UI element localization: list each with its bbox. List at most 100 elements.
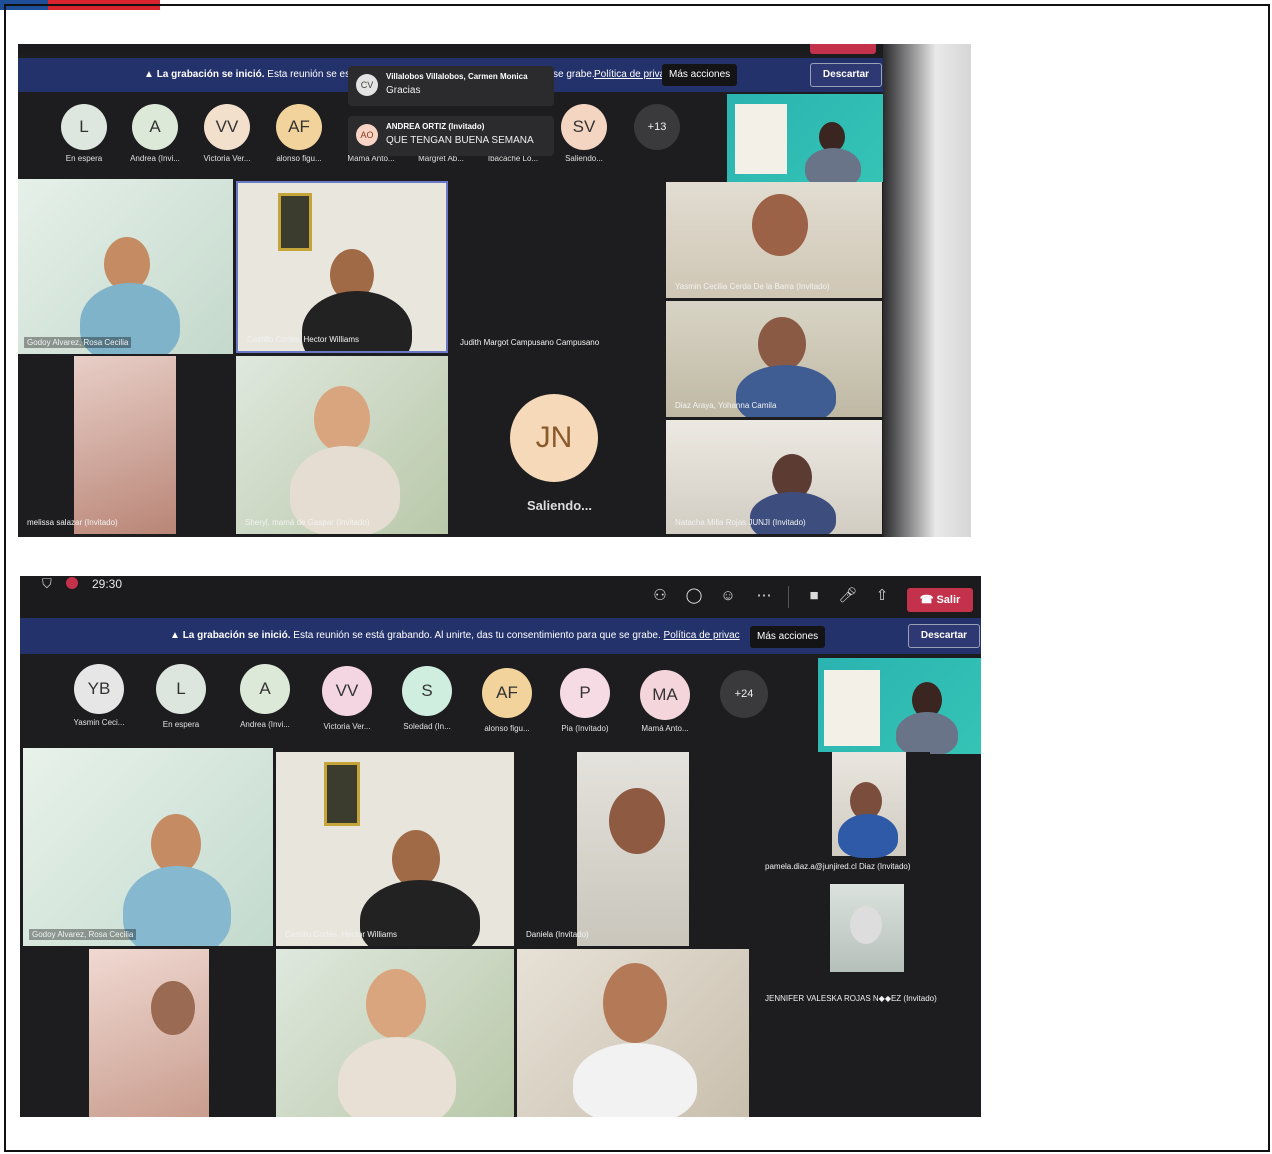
participant-avatar[interactable]: YB: [74, 664, 124, 714]
more-actions-tooltip: Más acciones: [662, 64, 738, 86]
poster-image: [735, 104, 787, 174]
share-screen-icon[interactable]: ⇧: [872, 586, 892, 606]
warning-icon: ▲: [144, 69, 154, 80]
video-tile[interactable]: Godoy Alvarez, Rosa Cecilia: [18, 179, 233, 354]
top-toolbar: ⛉ 29:30 ⚇ ◯ ☺ ⋯ ■ 🎤︎ ⇧ ☎ Salir: [20, 576, 981, 618]
participant-avatar[interactable]: S: [402, 666, 452, 716]
recording-indicator-icon: [66, 577, 78, 589]
leave-button[interactable]: ☎ Salir: [907, 588, 973, 612]
presenter-video[interactable]: [727, 94, 883, 182]
chat-notification[interactable]: AO ANDREA ORTIZ (Invitado) QUE TENGAN BU…: [348, 116, 554, 156]
chat-icon[interactable]: ◯: [684, 586, 704, 606]
video-tile[interactable]: JENNIFER VALESKA ROJAS N◆◆EZ (Invitado): [750, 884, 950, 1008]
participant-label: Natacha Milla Rojas JUNJI (Invitado): [675, 518, 806, 527]
participant-label: Godoy Alvarez, Rosa Cecilia: [29, 929, 137, 940]
participant-label: Daniela (Invitado): [526, 930, 589, 939]
video-tile[interactable]: melissa salazar (Invitado): [18, 356, 233, 534]
video-tile[interactable]: [23, 949, 273, 1117]
more-participants-button[interactable]: +13: [634, 104, 680, 150]
recording-text: ▲ La grabación se inició. Esta reunión s…: [170, 630, 740, 641]
more-actions-tooltip: Más acciones: [750, 626, 826, 648]
privacy-policy-link[interactable]: Política de privac: [664, 630, 740, 641]
meeting-screenshot-2: ⛉ 29:30 ⚇ ◯ ☺ ⋯ ■ 🎤︎ ⇧ ☎ Salir ▲ La grab…: [20, 576, 981, 1117]
participant-label: Yasmin Cecilia Cerda De la Barra (Invita…: [675, 282, 830, 291]
video-tile[interactable]: Castillo Cortés, Hector Williams: [236, 181, 448, 353]
participant-avatar[interactable]: SV: [561, 104, 607, 150]
toast-avatar: CV: [356, 74, 378, 96]
react-icon[interactable]: ☺: [718, 586, 738, 606]
participant-name: Soledad (In...: [403, 722, 451, 731]
recording-title: La grabación se inició.: [156, 69, 265, 80]
recording-body: Esta reunión se está grabando. Al unirte…: [293, 630, 661, 641]
participant-avatar[interactable]: L: [156, 664, 206, 714]
leaving-status: Saliendo...: [527, 498, 593, 513]
poster-image: [824, 670, 880, 746]
shield-icon: ⛉: [42, 576, 52, 591]
video-tile[interactable]: Castillo Cortés, Hector Williams: [276, 752, 514, 946]
participant-avatar[interactable]: AF: [276, 104, 322, 150]
more-participants-button[interactable]: +24: [720, 670, 768, 718]
video-tile[interactable]: Yasmin Cecilia Cerda De la Barra (Invita…: [666, 182, 882, 298]
participant-name: Victoria Ver...: [323, 722, 371, 731]
meeting-timer: 29:30: [92, 577, 123, 591]
participant-label: pamela.diaz.a@junjired.cl Diaz (Invitado…: [765, 862, 911, 871]
participant-name: Saliendo...: [565, 154, 603, 163]
participant-name: Andrea (Invi...: [240, 720, 290, 729]
participant-name: Pia (Invitado): [561, 724, 609, 733]
wall-frame: [324, 762, 360, 826]
participant-avatar-large: JN: [510, 394, 598, 482]
participant-avatar[interactable]: L: [61, 104, 107, 150]
video-tile[interactable]: Diaz Araya, Yohanna Camila: [666, 301, 882, 417]
participant-name: alonso figu...: [484, 724, 530, 733]
participant-label: JENNIFER VALESKA ROJAS N◆◆EZ (Invitado): [765, 994, 937, 1003]
privacy-policy-link[interactable]: Política de privac: [594, 69, 670, 80]
participant-avatar[interactable]: AF: [482, 668, 532, 718]
toast-message: Gracias: [386, 85, 421, 96]
phone-hangup-icon: ☎: [919, 594, 934, 606]
participant-label: Castillo Cortés, Hector Williams: [285, 930, 398, 939]
video-tile[interactable]: Godoy Alvarez, Rosa Cecilia: [23, 748, 273, 946]
page: ▲ La grabación se inició. Esta reunión s…: [0, 0, 1272, 1154]
microphone-icon[interactable]: 🎤︎: [838, 586, 858, 606]
video-tile[interactable]: [276, 949, 514, 1117]
participant-label: Castillo Cortés, Hector Williams: [247, 335, 360, 344]
recording-title: La grabación se inició.: [182, 630, 291, 641]
chat-notification[interactable]: CV Villalobos Villalobos, Carmen Monica …: [348, 66, 554, 106]
dismiss-button[interactable]: Descartar: [908, 624, 980, 648]
participant-avatar[interactable]: P: [560, 668, 610, 718]
participant-avatar[interactable]: A: [240, 664, 290, 714]
toast-sender: ANDREA ORTIZ (Invitado): [386, 122, 485, 131]
camera-icon[interactable]: ■: [804, 586, 824, 606]
screen-glare: [883, 44, 971, 537]
leave-button[interactable]: [810, 44, 876, 54]
participant-avatar[interactable]: VV: [322, 666, 372, 716]
dismiss-button[interactable]: Descartar: [810, 63, 882, 87]
more-actions-icon[interactable]: ⋯: [754, 586, 774, 606]
toast-sender: Villalobos Villalobos, Carmen Monica: [386, 72, 528, 81]
toast-avatar: AO: [356, 124, 378, 146]
video-tile[interactable]: pamela.diaz.a@junjired.cl Diaz (Invitado…: [750, 752, 930, 882]
recording-banner: ▲ La grabación se inició. Esta reunión s…: [20, 618, 981, 654]
people-icon[interactable]: ⚇: [650, 586, 670, 606]
video-tile[interactable]: Sheryl, mamá de Gaspar (Invitado): [236, 356, 448, 534]
participant-avatar[interactable]: A: [132, 104, 178, 150]
participant-avatar[interactable]: VV: [204, 104, 250, 150]
video-tile[interactable]: Natacha Milla Rojas JUNJI (Invitado): [666, 420, 882, 534]
video-tile[interactable]: JN Saliendo...: [451, 356, 663, 534]
top-toolbar: [18, 44, 971, 54]
toast-message: QUE TENGAN BUENA SEMANA: [386, 135, 534, 146]
participant-name: Yasmin Ceci...: [73, 718, 125, 727]
warning-icon: ▲: [170, 630, 180, 641]
participant-label: Godoy Alvarez, Rosa Cecilia: [24, 337, 132, 348]
participant-label: Diaz Araya, Yohanna Camila: [675, 401, 777, 410]
participant-label: Sheryl, mamá de Gaspar (Invitado): [245, 518, 370, 527]
meeting-screenshot-1: ▲ La grabación se inició. Esta reunión s…: [18, 44, 971, 537]
participant-name: Mamá Anto...: [641, 724, 689, 733]
participant-avatar[interactable]: MA: [640, 670, 690, 720]
video-tile[interactable]: Judith Margot Campusano Campusano: [451, 179, 663, 354]
video-tile[interactable]: Daniela (Invitado): [517, 752, 689, 946]
video-tile[interactable]: [517, 949, 749, 1117]
presenter-video[interactable]: [818, 658, 981, 754]
recording-text: ▲ La grabación se inició. Esta reunión s…: [144, 69, 367, 80]
toolbar-divider: [788, 586, 789, 608]
